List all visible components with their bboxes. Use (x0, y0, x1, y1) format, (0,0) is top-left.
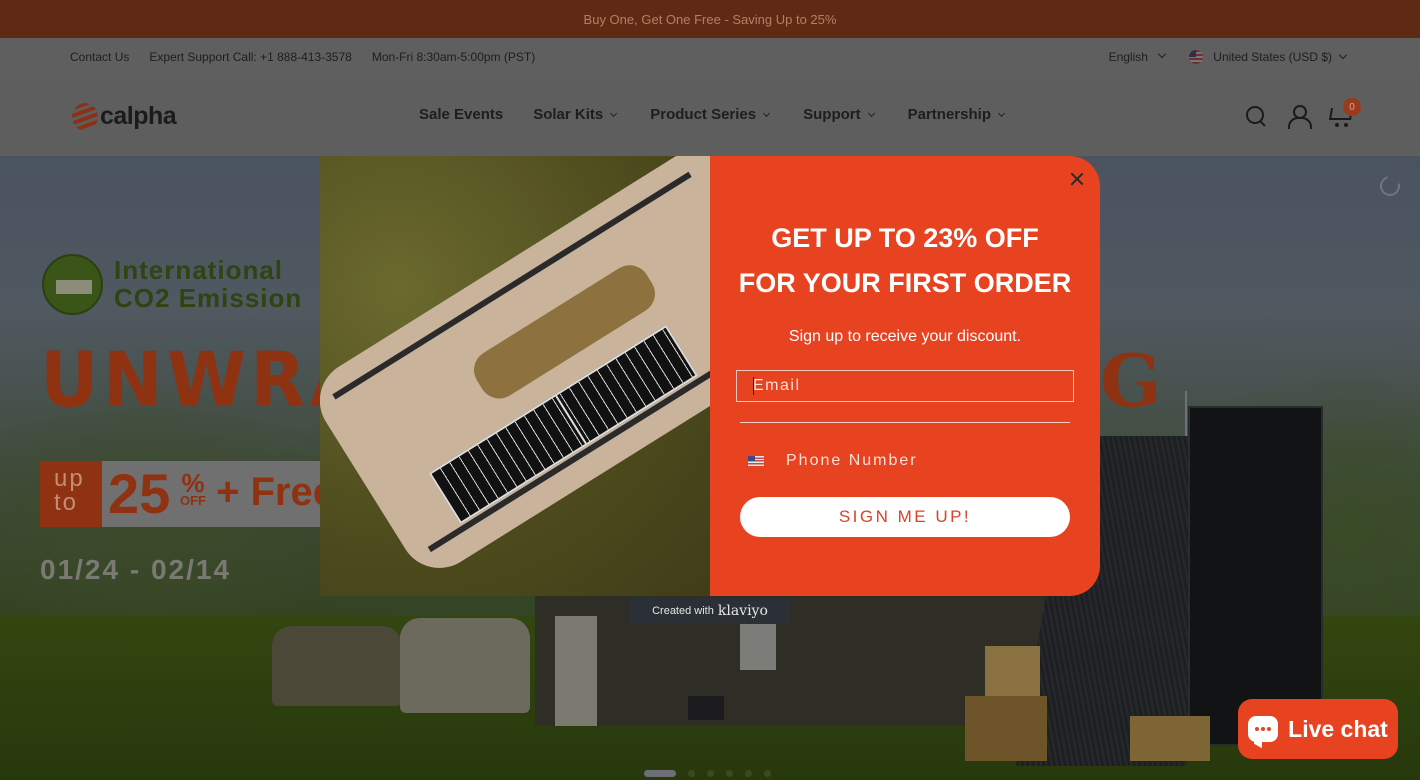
slide-dot[interactable] (764, 770, 771, 777)
solar-panel-image (428, 393, 588, 525)
battery-image (688, 696, 724, 720)
chevron-down-icon (1338, 50, 1348, 60)
nav-item-solar-kits[interactable]: Solar Kits (533, 106, 620, 123)
chevron-down-icon (867, 109, 875, 117)
contact-us-link[interactable]: Contact Us (70, 50, 129, 64)
hero-headline-end: G (1100, 338, 1162, 423)
promo-free: + Free (216, 470, 335, 514)
popup-subline: Sign up to receive your discount. (788, 328, 1022, 345)
popup-headline: GET UP TO 23% OFF FOR YOUR FIRST ORDER (710, 216, 1100, 306)
gift-box-image (965, 696, 1047, 761)
created-with-label: Created with (652, 605, 714, 617)
close-icon[interactable] (1068, 170, 1086, 188)
sign-me-up-button[interactable]: SIGN ME UP! (740, 497, 1070, 537)
logo[interactable]: calpha (72, 102, 177, 131)
live-chat-label: Live chat (1288, 715, 1388, 742)
logo-text: calpha (100, 102, 177, 130)
cart-count-badge: 0 (1343, 98, 1361, 116)
language-label: English (1108, 50, 1148, 64)
announcement-bar: Buy One, Get One Free - Saving Up to 25% (0, 0, 1420, 38)
language-selector[interactable]: English (1108, 49, 1170, 64)
co2-badge-text: International CO2 Emission (114, 256, 302, 312)
van-image (320, 156, 710, 584)
truck-image (400, 618, 530, 713)
text-caret (753, 377, 754, 395)
nav-item-product-series[interactable]: Product Series (650, 106, 773, 123)
email-input[interactable] (736, 370, 1074, 402)
popup-image-van-solar (320, 156, 710, 596)
promo-dates: 01/24 - 02/14 (40, 554, 232, 585)
promo-up: up (54, 465, 85, 492)
search-icon[interactable] (1244, 104, 1268, 128)
promo-percent: % OFF (180, 470, 206, 508)
slide-pagination (644, 770, 771, 777)
off-label: OFF (180, 493, 206, 508)
slide-dot[interactable] (688, 770, 695, 777)
badge-line-2: CO2 Emission (114, 283, 303, 313)
headline-line-2: FOR YOUR FIRST ORDER (738, 268, 1072, 298)
chevron-down-icon (610, 109, 618, 117)
header-actions (1244, 104, 1352, 129)
nav-item-support[interactable]: Support (803, 106, 878, 123)
car-image (272, 626, 402, 706)
klaviyo-logo: klaviyo (717, 603, 768, 619)
chat-bubble-icon (1248, 716, 1279, 742)
nav-item-partnership[interactable]: Partnership (908, 106, 1008, 123)
factory-icon (42, 254, 103, 315)
solar-panel-image (1188, 406, 1323, 746)
account-icon[interactable] (1286, 104, 1312, 129)
nav-label: Solar Kits (533, 106, 604, 123)
headline-line-1: GET UP TO 23% OFF (771, 223, 1039, 253)
slide-dot[interactable] (726, 770, 733, 777)
promo-upto: up to (40, 461, 102, 527)
inverter-image (740, 616, 776, 670)
chevron-down-icon (763, 109, 771, 117)
site-header: calpha Sale Events Solar Kits Product Se… (0, 76, 1420, 156)
promo-number: 25 (108, 462, 171, 525)
slide-dot[interactable] (745, 770, 752, 777)
gift-box-image (1130, 716, 1210, 761)
loading-spinner-icon (1376, 172, 1404, 200)
badge-line-1: International (114, 255, 284, 285)
form-divider (740, 422, 1070, 423)
nav-label: Product Series (650, 106, 757, 123)
klaviyo-badge[interactable]: Created with klaviyo (630, 598, 790, 624)
logo-mark-icon (72, 102, 98, 131)
utility-bar: Contact Us Expert Support Call: +1 888-4… (0, 38, 1420, 76)
country-selector[interactable]: United States (USD $) (1175, 50, 1350, 64)
live-chat-button[interactable]: Live chat (1238, 699, 1398, 759)
phone-input[interactable] (786, 448, 1066, 474)
slide-dot-active[interactable] (644, 770, 676, 777)
gift-box-image (985, 646, 1040, 696)
signup-popup: GET UP TO 23% OFF FOR YOUR FIRST ORDER S… (320, 156, 1100, 596)
us-flag-icon (1189, 50, 1204, 64)
door-image (555, 616, 597, 726)
country-label: United States (USD $) (1213, 50, 1332, 64)
nav-item-sale-events[interactable]: Sale Events (419, 106, 503, 123)
nav-label: Support (803, 106, 861, 123)
business-hours: Mon-Fri 8:30am-5:00pm (PST) (371, 50, 536, 64)
chevron-down-icon (1158, 49, 1167, 59)
slide-dot[interactable] (707, 770, 714, 777)
support-phone-link[interactable]: Expert Support Call: +1 888-413-3578 (149, 50, 351, 64)
chevron-down-icon (997, 109, 1006, 117)
announcement-text[interactable]: Buy One, Get One Free - Saving Up to 25% (584, 12, 837, 27)
signup-form: GET UP TO 23% OFF FOR YOUR FIRST ORDER S… (710, 156, 1100, 596)
us-flag-icon[interactable] (748, 456, 764, 466)
promo-to: to (54, 489, 79, 516)
main-nav: Sale Events Solar Kits Product Series Su… (419, 106, 1008, 123)
nav-label: Sale Events (419, 106, 504, 123)
nav-label: Partnership (907, 106, 991, 123)
